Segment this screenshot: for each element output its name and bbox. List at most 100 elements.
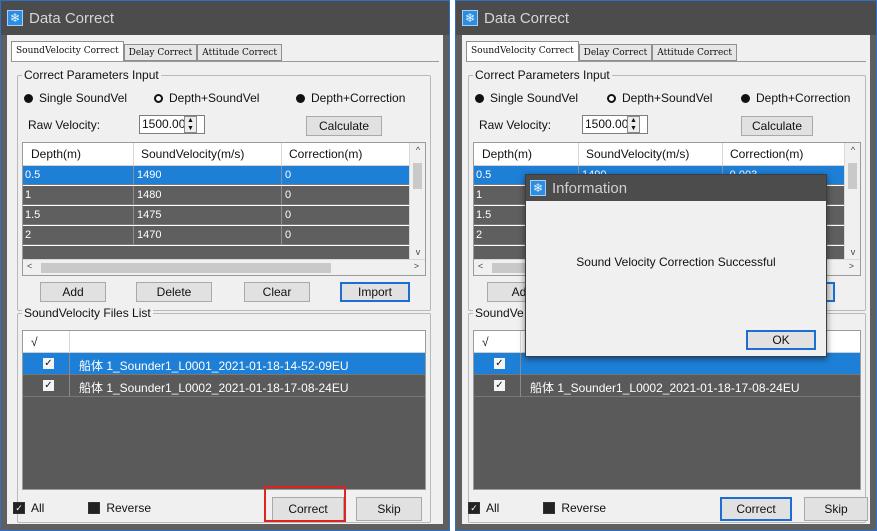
radio-depth-soundvel[interactable]: Depth+SoundVel bbox=[154, 90, 296, 106]
cell-soundvelocity: 1490 bbox=[137, 169, 162, 181]
calculate-button[interactable]: Calculate bbox=[306, 116, 382, 136]
correct-parameters-group: Correct Parameters Input Single SoundVel… bbox=[17, 68, 431, 311]
radio-depth-correction[interactable]: Depth+Correction bbox=[296, 90, 405, 106]
scroll-thumb[interactable] bbox=[848, 163, 857, 189]
checkbox-checked-icon: ✓ bbox=[468, 502, 480, 514]
tab-delay-correct[interactable]: Delay Correct bbox=[123, 44, 198, 61]
tab-divider bbox=[466, 61, 866, 62]
cell-depth: 1 bbox=[476, 189, 483, 201]
spin-arrows-icon[interactable]: ▲ ▼ bbox=[184, 116, 197, 133]
raw-velocity-row: Raw Velocity: 1500.000 ▲ ▼ Calculate bbox=[28, 115, 408, 136]
checkbox-checked-icon[interactable]: ✓ bbox=[494, 380, 505, 391]
correct-button-highlight bbox=[264, 486, 346, 522]
radio-single-soundvel[interactable]: Single SoundVel bbox=[475, 90, 607, 106]
cell-depth: 0.5 bbox=[25, 169, 41, 181]
mode-radio-row: Single SoundVel Depth+SoundVel Depth+Cor… bbox=[475, 90, 861, 106]
tab-attitude-correct[interactable]: Attitude Correct bbox=[197, 44, 282, 61]
radio-depth-soundvel[interactable]: Depth+SoundVel bbox=[607, 90, 741, 106]
radio-label: Single SoundVel bbox=[490, 91, 579, 105]
group-title: SoundVelocity Files List bbox=[22, 306, 153, 320]
list-item[interactable]: ✓ 船体 1_Sounder1_L0002_2021-01-18-17-08-2… bbox=[474, 375, 860, 397]
all-label: All bbox=[486, 501, 500, 515]
radio-label: Depth+SoundVel bbox=[169, 91, 260, 105]
title-bar[interactable]: ❄ Data Correct bbox=[1, 1, 449, 35]
scroll-thumb[interactable] bbox=[413, 163, 422, 189]
spin-arrows-icon[interactable]: ▲ ▼ bbox=[627, 116, 640, 133]
column-header-correction: Correction(m) bbox=[289, 147, 363, 161]
scroll-up-icon[interactable]: ^ bbox=[410, 145, 425, 155]
calculate-button[interactable]: Calculate bbox=[741, 116, 813, 136]
app-snowflake-icon: ❄ bbox=[7, 10, 23, 26]
title-bar[interactable]: ❄ Data Correct bbox=[456, 1, 876, 35]
column-header-depth: Depth(m) bbox=[31, 147, 82, 161]
reverse-checkbox[interactable]: Reverse bbox=[88, 501, 151, 515]
scroll-right-icon[interactable]: > bbox=[849, 261, 854, 271]
list-item[interactable]: ✓ 船体 1_Sounder1_L0001_2021-01-18-14-52-0… bbox=[23, 353, 425, 375]
radio-dot-icon bbox=[154, 93, 163, 103]
radio-depth-correction[interactable]: Depth+Correction bbox=[741, 90, 850, 106]
tab-soundvelocity-correct[interactable]: SoundVelocity Correct bbox=[466, 41, 579, 61]
depth-velocity-table: Depth(m) SoundVelocity(m/s) Correction(m… bbox=[22, 142, 426, 276]
radio-dot-icon bbox=[607, 93, 616, 103]
radio-label: Depth+Correction bbox=[756, 91, 851, 105]
window-client: SoundVelocity Correct Delay Correct Atti… bbox=[7, 35, 443, 524]
tab-divider bbox=[11, 61, 439, 62]
cell-soundvelocity: 1470 bbox=[137, 229, 162, 241]
column-separator bbox=[133, 143, 134, 166]
table-vertical-scrollbar[interactable]: ^ v bbox=[844, 143, 860, 259]
table-header: Depth(m) SoundVelocity(m/s) Correction(m… bbox=[474, 143, 846, 166]
file-name: 船体 1_Sounder1_L0002_2021-01-18-17-08-24E… bbox=[530, 381, 800, 395]
scroll-down-icon[interactable]: v bbox=[410, 247, 425, 257]
correct-button[interactable]: Correct bbox=[720, 497, 792, 521]
checkbox-checked-icon[interactable]: ✓ bbox=[494, 358, 505, 369]
radio-single-soundvel[interactable]: Single SoundVel bbox=[24, 90, 154, 106]
radio-dot-icon bbox=[475, 93, 484, 103]
ok-button[interactable]: OK bbox=[746, 330, 816, 350]
scroll-up-icon[interactable]: ^ bbox=[845, 145, 860, 155]
tab-attitude-correct[interactable]: Attitude Correct bbox=[652, 44, 737, 61]
table-row[interactable]: 0.5 1490 0 bbox=[23, 166, 411, 185]
scroll-down-icon[interactable]: v bbox=[845, 247, 860, 257]
column-header-soundvelocity: SoundVelocity(m/s) bbox=[586, 147, 690, 161]
tab-soundvelocity-correct[interactable]: SoundVelocity Correct bbox=[11, 41, 124, 61]
cell-correction: 0 bbox=[285, 189, 292, 201]
bottom-controls: ✓ All Reverse bbox=[468, 497, 606, 519]
scroll-left-icon[interactable]: < bbox=[27, 261, 32, 271]
scroll-left-icon[interactable]: < bbox=[478, 261, 483, 271]
add-button[interactable]: Add bbox=[40, 282, 106, 302]
table-row[interactable]: 1 1480 0 bbox=[23, 186, 411, 205]
tab-bar: SoundVelocity Correct Delay Correct Atti… bbox=[466, 41, 737, 61]
tab-bar: SoundVelocity Correct Delay Correct Atti… bbox=[11, 41, 282, 61]
checkbox-checked-icon[interactable]: ✓ bbox=[43, 358, 54, 369]
scroll-right-icon[interactable]: > bbox=[414, 261, 419, 271]
delete-button[interactable]: Delete bbox=[136, 282, 212, 302]
all-checkbox[interactable]: ✓ All bbox=[468, 501, 499, 515]
app-snowflake-icon: ❄ bbox=[462, 10, 478, 26]
files-list-header: √ bbox=[23, 331, 425, 353]
skip-button[interactable]: Skip bbox=[804, 497, 868, 521]
skip-button[interactable]: Skip bbox=[356, 497, 422, 521]
dialog-title-bar[interactable]: ❄ Information bbox=[526, 175, 826, 201]
table-row[interactable]: 1.5 1475 0 bbox=[23, 206, 411, 225]
table-vertical-scrollbar[interactable]: ^ v bbox=[409, 143, 425, 259]
radio-dot-icon bbox=[24, 93, 33, 103]
group-title: Correct Parameters Input bbox=[473, 68, 612, 82]
checkbox-checked-icon[interactable]: ✓ bbox=[43, 380, 54, 391]
list-item[interactable]: ✓ 船体 1_Sounder1_L0002_2021-01-18-17-08-2… bbox=[23, 375, 425, 397]
table-horizontal-scrollbar[interactable]: < > bbox=[23, 259, 425, 275]
tab-delay-correct[interactable]: Delay Correct bbox=[578, 44, 653, 61]
all-checkbox[interactable]: ✓ All bbox=[13, 501, 44, 515]
checkbox-unchecked-icon bbox=[88, 502, 101, 514]
table-row[interactable]: 2 1470 0 bbox=[23, 226, 411, 245]
radio-label: Depth+Correction bbox=[311, 91, 406, 105]
reverse-checkbox[interactable]: Reverse bbox=[543, 501, 606, 515]
column-separator bbox=[722, 143, 723, 166]
cell-correction: 0 bbox=[285, 169, 292, 181]
clear-button[interactable]: Clear bbox=[244, 282, 310, 302]
table-header: Depth(m) SoundVelocity(m/s) Correction(m… bbox=[23, 143, 411, 166]
scroll-thumb[interactable] bbox=[41, 263, 331, 273]
cell-correction: 0 bbox=[285, 209, 292, 221]
app-snowflake-icon: ❄ bbox=[530, 180, 546, 196]
import-button[interactable]: Import bbox=[340, 282, 410, 302]
raw-velocity-row: Raw Velocity: 1500.000 ▲ ▼ Calculate bbox=[479, 115, 859, 136]
